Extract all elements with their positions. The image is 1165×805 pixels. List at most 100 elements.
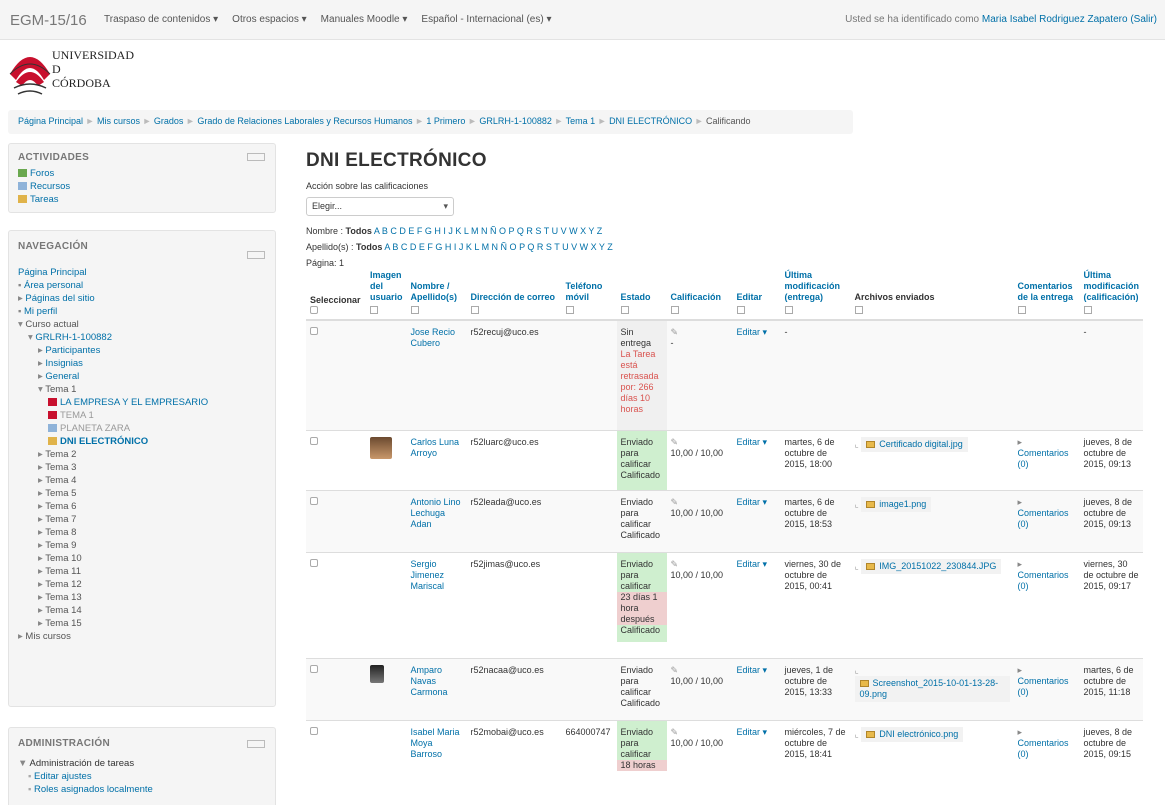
column-collapse-icon[interactable] [736, 306, 745, 314]
nav-item[interactable]: ▪ Área personal [18, 279, 266, 292]
comments-link[interactable]: Comentarios (0) [1018, 676, 1069, 697]
expand-comments-icon[interactable]: ▸ [1018, 559, 1076, 570]
tree-toggle-icon[interactable]: ⌞ [855, 439, 862, 449]
file-link[interactable]: IMG_20151022_230844.JPG [879, 561, 996, 571]
edit-menu[interactable]: Editar ▾ [737, 497, 768, 507]
nav-item-label[interactable]: Tema 5 [45, 488, 76, 499]
breadcrumb-item[interactable]: Página Principal [18, 116, 83, 126]
nav-item-label[interactable]: Área personal [24, 280, 83, 291]
column-header[interactable]: Estado [616, 268, 667, 321]
menu-language[interactable]: Español - Internacional (es) ▾ [421, 14, 551, 25]
nav-item-label[interactable]: Tema 4 [45, 475, 76, 486]
breadcrumb-item[interactable]: 1 Primero [426, 116, 465, 126]
nav-item-label[interactable]: Tema 12 [45, 579, 81, 590]
student-name-link[interactable]: Jose Recio Cubero [411, 327, 456, 348]
column-header[interactable]: Nombre / Apellido(s) [406, 268, 467, 321]
nav-item[interactable]: ▸ Tema 9 [18, 539, 266, 552]
column-collapse-icon[interactable] [784, 306, 793, 314]
nav-item-label[interactable]: Tema 3 [45, 462, 76, 473]
nav-item[interactable]: ▸ Páginas del sitio [18, 292, 266, 305]
nav-item[interactable]: ▾ GRLRH-1-100882 [18, 331, 266, 344]
file-link[interactable]: image1.png [879, 499, 926, 509]
nav-item[interactable]: ▾ Tema 1 [18, 383, 266, 396]
activity-tareas[interactable]: Tareas [18, 193, 266, 206]
tree-toggle-icon[interactable]: ⌞ [855, 665, 859, 675]
nav-item-label[interactable]: Tema 14 [45, 605, 81, 616]
admin-tareas[interactable]: ▼ Administración de tareas [18, 757, 266, 770]
nav-item[interactable]: ▸ Tema 3 [18, 461, 266, 474]
surname-filter-all[interactable]: Todos [356, 242, 382, 252]
student-name-link[interactable]: Carlos Luna Arroyo [411, 437, 460, 458]
activity-label[interactable]: Tareas [30, 194, 59, 205]
nav-item-label[interactable]: Curso actual [25, 319, 78, 330]
column-header-label[interactable]: Calificación [671, 292, 722, 302]
column-header[interactable]: Editar [732, 268, 781, 321]
file-entry[interactable]: Certificado digital.jpg [861, 436, 968, 452]
name-filter-letters[interactable]: A B C D E F G H I J K L M N Ñ O P Q R S … [374, 226, 602, 236]
nav-item-label[interactable]: Mi perfil [24, 306, 57, 317]
row-checkbox[interactable] [310, 558, 318, 567]
admin-roles[interactable]: ▪ Roles asignados localmente [18, 783, 266, 796]
column-header-label[interactable]: Imagen del usuario [370, 270, 403, 302]
nav-item[interactable]: ▸ Tema 14 [18, 604, 266, 617]
nav-item-label[interactable]: DNI ELECTRÓNICO [60, 436, 148, 447]
column-collapse-icon[interactable] [670, 306, 679, 314]
column-collapse-icon[interactable] [854, 306, 863, 314]
admin-label[interactable]: Editar ajustes [34, 771, 92, 782]
file-link[interactable]: Certificado digital.jpg [879, 439, 963, 449]
comments-link[interactable]: Comentarios (0) [1018, 570, 1069, 591]
nav-item[interactable]: ▸ Tema 10 [18, 552, 266, 565]
comments-link[interactable]: Comentarios (0) [1018, 448, 1069, 469]
activity-label[interactable]: Foros [30, 168, 54, 179]
grade-edit-icon[interactable]: ✎ [671, 665, 729, 676]
nav-item-label[interactable]: Tema 13 [45, 592, 81, 603]
column-header-label[interactable]: Estado [621, 292, 651, 302]
nav-item[interactable]: ▸ Tema 4 [18, 474, 266, 487]
nav-item[interactable]: ▸ Tema 5 [18, 487, 266, 500]
user-link[interactable]: Maria Isabel Rodriguez Zapatero [982, 14, 1128, 25]
nav-item-label[interactable]: Insignias [45, 358, 83, 369]
column-header[interactable]: Calificación [666, 268, 733, 321]
column-header[interactable]: Última modificación (calificación) [1079, 268, 1144, 321]
column-header-label[interactable]: Dirección de correo [471, 292, 556, 302]
select-all-checkbox[interactable] [310, 306, 318, 314]
nav-item[interactable]: ▸ Tema 8 [18, 526, 266, 539]
nav-item-label[interactable]: General [45, 371, 79, 382]
tree-toggle-icon[interactable]: ⌞ [855, 561, 862, 571]
activity-foros[interactable]: Foros [18, 167, 266, 180]
column-collapse-icon[interactable] [620, 306, 629, 314]
student-name-link[interactable]: Sergio Jimenez Mariscal [411, 559, 445, 591]
nav-item-label[interactable]: TEMA 1 [60, 410, 94, 421]
admin-editar-ajustes[interactable]: ▪ Editar ajustes [18, 770, 266, 783]
column-collapse-icon[interactable] [470, 306, 479, 314]
nav-item[interactable]: ▸ Tema 7 [18, 513, 266, 526]
nav-item[interactable]: ▸ Tema 12 [18, 578, 266, 591]
nav-item[interactable]: ▸ Participantes [18, 344, 266, 357]
nav-item[interactable]: ▸ General [18, 370, 266, 383]
expand-comments-icon[interactable]: ▸ [1018, 665, 1076, 676]
row-checkbox[interactable] [310, 496, 318, 505]
nav-item-label[interactable]: Mis cursos [25, 631, 70, 642]
nav-item-label[interactable]: Tema 10 [45, 553, 81, 564]
column-header-label[interactable]: Editar [737, 292, 763, 302]
edit-menu[interactable]: Editar ▾ [737, 727, 768, 737]
menu-otros-espacios[interactable]: Otros espacios ▾ [232, 14, 307, 25]
breadcrumb-item[interactable]: GRLRH-1-100882 [479, 116, 552, 126]
column-header-label[interactable]: Nombre / Apellido(s) [411, 281, 458, 302]
block-collapse-icon[interactable] [247, 740, 265, 748]
activity-recursos[interactable]: Recursos [18, 180, 266, 193]
column-header[interactable]: Última modificación (entrega) [780, 268, 851, 321]
nav-item[interactable]: ▸ Tema 11 [18, 565, 266, 578]
student-name-link[interactable]: Isabel Maria Moya Barroso [411, 727, 460, 759]
expand-comments-icon[interactable]: ▸ [1018, 727, 1076, 738]
breadcrumb-item[interactable]: Grado de Relaciones Laborales y Recursos… [197, 116, 412, 126]
comments-link[interactable]: Comentarios (0) [1018, 508, 1069, 529]
breadcrumb-item[interactable]: Tema 1 [566, 116, 596, 126]
row-checkbox[interactable] [310, 436, 318, 445]
admin-label[interactable]: Roles asignados localmente [34, 784, 153, 795]
menu-traspaso[interactable]: Traspaso de contenidos ▾ [104, 14, 218, 25]
file-entry[interactable]: DNI electrónico.png [861, 726, 964, 742]
logout-link[interactable]: (Salir) [1130, 14, 1157, 25]
nav-item[interactable]: ▸ Tema 15 [18, 617, 266, 630]
column-header-label[interactable]: Comentarios de la entrega [1018, 281, 1074, 302]
